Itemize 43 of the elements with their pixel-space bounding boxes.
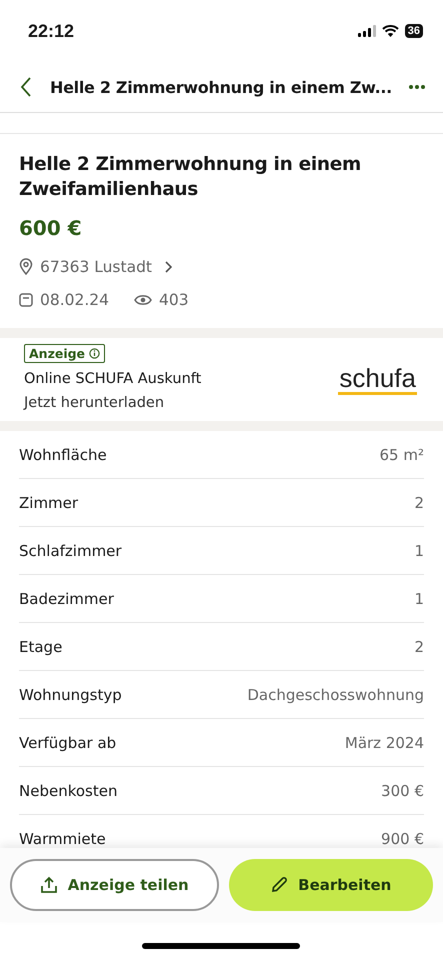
listing-title: Helle 2 Zimmerwohnung in einem Zweifamilienhaus [19,153,362,202]
detail-value: 2 [414,638,424,656]
detail-value: 65 m² [380,446,424,464]
info-icon [89,348,100,359]
share-icon [40,876,58,894]
view-count: 403 [159,290,189,308]
detail-value: 2 [414,494,424,512]
more-icon[interactable] [409,85,425,89]
eye-icon [134,294,152,306]
detail-label: Zimmer [19,494,78,512]
posted-date: 08.02.24 [40,290,110,308]
detail-value: Dachgeschosswohnung [247,686,424,704]
detail-value: 1 [414,590,424,608]
detail-label: Badezimmer [19,590,114,608]
brand-logo: schufa [338,364,417,394]
ad-badge: Anzeige [24,344,106,363]
detail-label: Wohnfläche [19,446,107,464]
ad-title: Online SCHUFA Auskunft [24,370,202,389]
detail-label: Schlafzimmer [19,542,122,560]
detail-label: Etage [19,638,62,656]
signal-icon [358,25,376,37]
location-link[interactable]: 67363 Lustadt [40,258,152,276]
edit-button[interactable]: Bearbeiten [228,859,433,911]
detail-value: 1 [414,542,424,560]
calendar-icon [19,292,33,306]
chevron-right-icon[interactable] [164,260,172,272]
detail-label: Verfügbar ab [19,734,116,752]
ad-subtitle: Jetzt herunterladen [24,394,164,413]
status-time: 22:12 [28,20,74,42]
detail-label: Wohnungstyp [19,686,122,704]
detail-value: 300 € [381,782,424,800]
location-pin-icon [19,258,33,275]
detail-label: Nebenkosten [19,782,118,800]
listing-price: 600 € [19,216,83,240]
page-title: Helle 2 Zimmerwohnung in einem Zw... [50,78,393,96]
battery-indicator: 36 [404,24,423,38]
share-button[interactable]: Anzeige teilen [10,859,218,911]
detail-label: Warmmiete [19,830,106,848]
back-icon[interactable] [20,77,32,97]
pencil-icon [270,876,288,894]
detail-value: März 2024 [344,734,424,752]
detail-value: 900 € [381,830,424,848]
wifi-icon [382,25,399,37]
